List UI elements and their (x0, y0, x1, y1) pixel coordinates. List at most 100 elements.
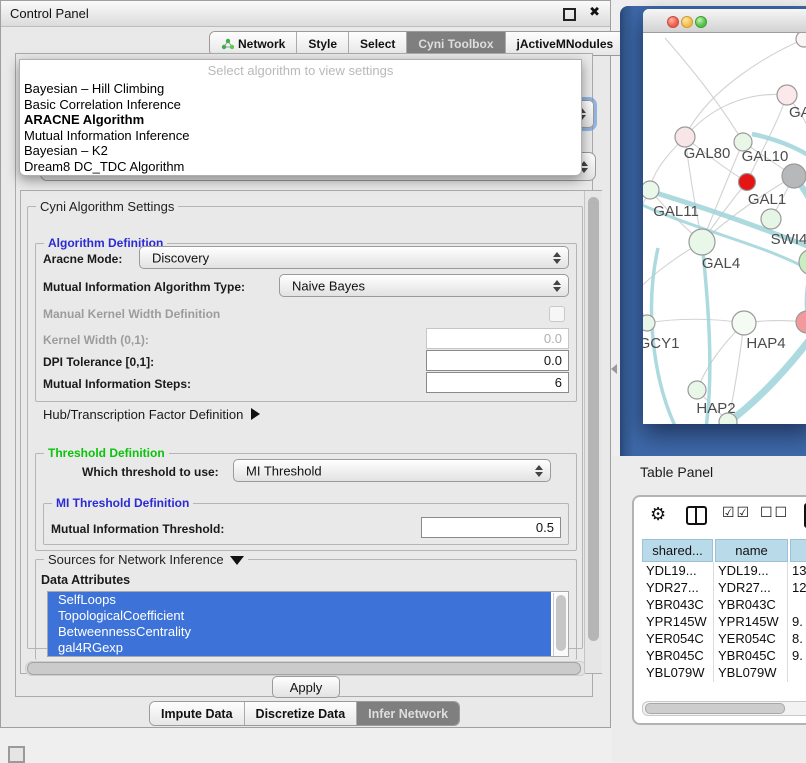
collapsed-arrow-icon (251, 408, 260, 420)
dropdown-item-mutual-information-inference[interactable]: Mutual Information Inference (20, 128, 581, 144)
select-all-checkboxes-icon[interactable]: ☑☑ (722, 505, 751, 521)
attributes-list-scrollbar[interactable] (553, 593, 569, 656)
attribute-item-betweennesscentrality[interactable]: BetweennessCentrality (48, 624, 551, 640)
table-horizontal-scrollbar[interactable] (642, 701, 806, 716)
table-cell: 12 (788, 579, 806, 596)
node-label: GAL4 (702, 255, 740, 272)
dropdown-item-basic-correlation-inference[interactable]: Basic Correlation Inference (20, 97, 581, 113)
attribute-item-gal4rgexp[interactable]: gal4RGexp (48, 640, 551, 656)
table-cell: 9. (788, 613, 806, 630)
table-row[interactable]: YPR145WYPR145W9. (642, 613, 806, 630)
tab-network[interactable]: Network (210, 32, 297, 55)
network-node-gal80[interactable] (675, 127, 695, 147)
deselect-all-checkboxes-icon[interactable]: ☐☐ (760, 505, 789, 521)
apply-button[interactable]: Apply (272, 676, 340, 698)
network-edge (665, 38, 743, 142)
network-node-gal1[interactable] (761, 209, 781, 229)
which-threshold-value: MI Threshold (246, 463, 322, 478)
column-header-a[interactable]: A (790, 539, 806, 562)
minimize-traffic-light-icon[interactable] (681, 16, 693, 28)
table-panel-region: Table Panel ⚙ ☑☑ ☐☐ shared...nameA YDL19… (612, 456, 806, 762)
mi-algorithm-type-combobox[interactable]: Naive Bayes (279, 274, 569, 297)
network-node-gal11[interactable] (643, 181, 659, 199)
network-node[interactable] (739, 174, 756, 191)
table-cell: YBR045C (714, 647, 788, 664)
split-pane-collapse-icon[interactable] (611, 364, 617, 374)
table-cell: 8. (788, 630, 806, 647)
close-traffic-light-icon[interactable] (667, 16, 679, 28)
mi-steps-field[interactable]: 6 (426, 372, 569, 393)
table-row[interactable]: YER054CYER054C8. (642, 630, 806, 647)
which-threshold-combobox[interactable]: MI Threshold (233, 459, 551, 482)
expanded-arrow-icon (230, 556, 244, 565)
table-row[interactable]: YBL079WYBL079W (642, 664, 806, 681)
mi-algorithm-type-label: Mutual Information Algorithm Type: (43, 280, 245, 294)
network-node-gal[interactable] (777, 85, 797, 105)
column-header-shared[interactable]: shared... (642, 539, 713, 562)
network-window-titlebar[interactable] (643, 9, 806, 33)
settings-vertical-scrollbar[interactable] (584, 191, 602, 673)
network-node[interactable] (782, 164, 806, 188)
bottom-tab-bar: Impute DataDiscretize DataInfer Network (149, 701, 460, 726)
tab-jactivemnodules[interactable]: jActiveMNodules (506, 32, 625, 55)
network-node-y[interactable] (796, 311, 806, 333)
bottom-tab-discretize-data[interactable]: Discretize Data (245, 702, 358, 725)
table-panel-title: Table Panel (640, 464, 713, 480)
table-cell: YBL079W (714, 664, 788, 681)
network-node-hap4[interactable] (732, 311, 756, 335)
dropdown-item-bayesian-hill-climbing[interactable]: Bayesian – Hill Climbing (20, 81, 581, 97)
tab-style[interactable]: Style (297, 32, 349, 55)
data-attributes-list: SelfLoopsTopologicalCoefficientBetweenne… (47, 591, 569, 657)
table-row[interactable]: YLR345WYLR345W9. (642, 681, 806, 682)
attribute-item-topologicalcoefficient[interactable]: TopologicalCoefficient (48, 608, 551, 624)
bottom-tab-infer-network[interactable]: Infer Network (357, 702, 459, 725)
sources-group-title[interactable]: Sources for Network Inference (44, 552, 248, 567)
node-label: GCY1 (643, 335, 679, 352)
hscroll-thumb[interactable] (27, 662, 581, 675)
float-panel-icon[interactable] (563, 8, 576, 21)
table-row[interactable]: YDL19...YDL19...13 (642, 562, 806, 579)
table-row[interactable]: YDR27...YDR27...12 (642, 579, 806, 596)
table-hscroll-thumb[interactable] (645, 703, 785, 714)
dropdown-item-bayesian-k2[interactable]: Bayesian – K2 (20, 143, 581, 159)
network-node-gcy1[interactable] (643, 315, 655, 331)
gear-icon[interactable]: ⚙ (650, 504, 666, 525)
bottom-tab-impute-data[interactable]: Impute Data (150, 702, 245, 725)
network-node[interactable] (796, 33, 806, 47)
manual-kernel-width-label: Manual Kernel Width Definition (43, 307, 220, 321)
aracne-mode-combobox[interactable]: Discovery (139, 246, 569, 269)
dropdown-item-dream8-dc-tdc-algorithm[interactable]: Dream8 DC_TDC Algorithm (20, 159, 581, 175)
hub-definition-toggle[interactable]: Hub/Transcription Factor Definition (43, 407, 260, 422)
mi-threshold-field[interactable]: 0.5 (421, 517, 561, 538)
network-node-hap2[interactable] (688, 381, 706, 399)
network-node-gal4[interactable] (689, 229, 715, 255)
zoom-traffic-light-icon[interactable] (695, 16, 707, 28)
table-cell: YBL079W (642, 664, 714, 681)
docked-panel-icon[interactable] (8, 746, 25, 763)
close-icon[interactable]: ✖ (589, 5, 600, 20)
table-row[interactable]: YBR043CYBR043C (642, 596, 806, 613)
network-node-swi4[interactable] (799, 249, 806, 275)
dpi-tolerance-field[interactable]: 0.0 (426, 350, 569, 371)
mi-threshold-label: Mutual Information Threshold: (51, 522, 224, 536)
kernel-width-label: Kernel Width (0,1): (43, 333, 149, 347)
columns-icon[interactable] (686, 506, 707, 525)
combo-stepper-icon (552, 252, 561, 264)
network-graph[interactable]: GALGAL80GAL10GAL1GAL11GAL4SWI4GCY1HAP4YH… (643, 33, 806, 424)
dropdown-item-aracne-algorithm[interactable]: ARACNE Algorithm (20, 112, 581, 128)
data-attributes-label: Data Attributes (41, 573, 130, 587)
tab-select[interactable]: Select (349, 32, 407, 55)
table-cell: YPR145W (642, 613, 714, 630)
tab-cyni-toolbox[interactable]: Cyni Toolbox (407, 32, 505, 55)
attribute-item-selfloops[interactable]: SelfLoops (48, 592, 551, 608)
table-cell: YDR27... (714, 579, 788, 596)
dropdown-item-list: Bayesian – Hill ClimbingBasic Correlatio… (20, 81, 581, 175)
settings-horizontal-scrollbar[interactable] (25, 661, 587, 676)
vscroll-thumb[interactable] (588, 197, 599, 641)
aracne-mode-label: Aracne Mode: (43, 252, 122, 266)
table-row[interactable]: YBR045CYBR045C9. (642, 647, 806, 664)
table-cell: 9. (788, 647, 806, 664)
table-cell: YDR27... (642, 579, 714, 596)
column-header-name[interactable]: name (715, 539, 788, 562)
node-label: GAL (789, 104, 806, 121)
